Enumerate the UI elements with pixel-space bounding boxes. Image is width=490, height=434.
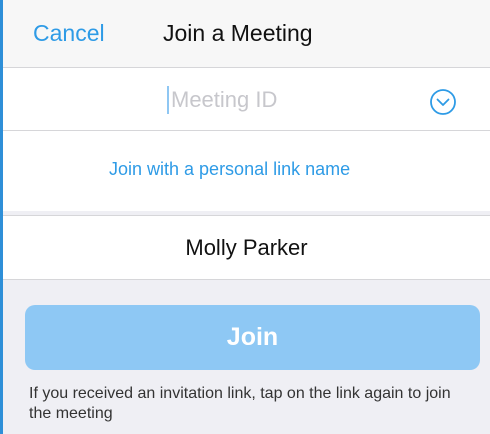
chevron-down-circle-icon[interactable]: [429, 88, 457, 116]
text-cursor: [167, 86, 169, 114]
display-name-input[interactable]: [3, 230, 490, 266]
meeting-id-row: [3, 68, 490, 131]
join-button[interactable]: Join: [25, 305, 480, 370]
cancel-button[interactable]: Cancel: [33, 20, 105, 47]
meeting-id-input[interactable]: [171, 83, 401, 117]
invitation-hint-text: If you received an invitation link, tap …: [29, 385, 451, 422]
join-meeting-screen: Cancel Join a Meeting Join with a person…: [0, 0, 490, 434]
navigation-bar: Cancel Join a Meeting: [3, 0, 490, 68]
join-with-personal-link-button[interactable]: Join with a personal link name: [109, 159, 350, 180]
page-title: Join a Meeting: [163, 20, 313, 46]
display-name-row: [3, 215, 490, 280]
personal-link-row: Join with a personal link name: [3, 131, 490, 211]
